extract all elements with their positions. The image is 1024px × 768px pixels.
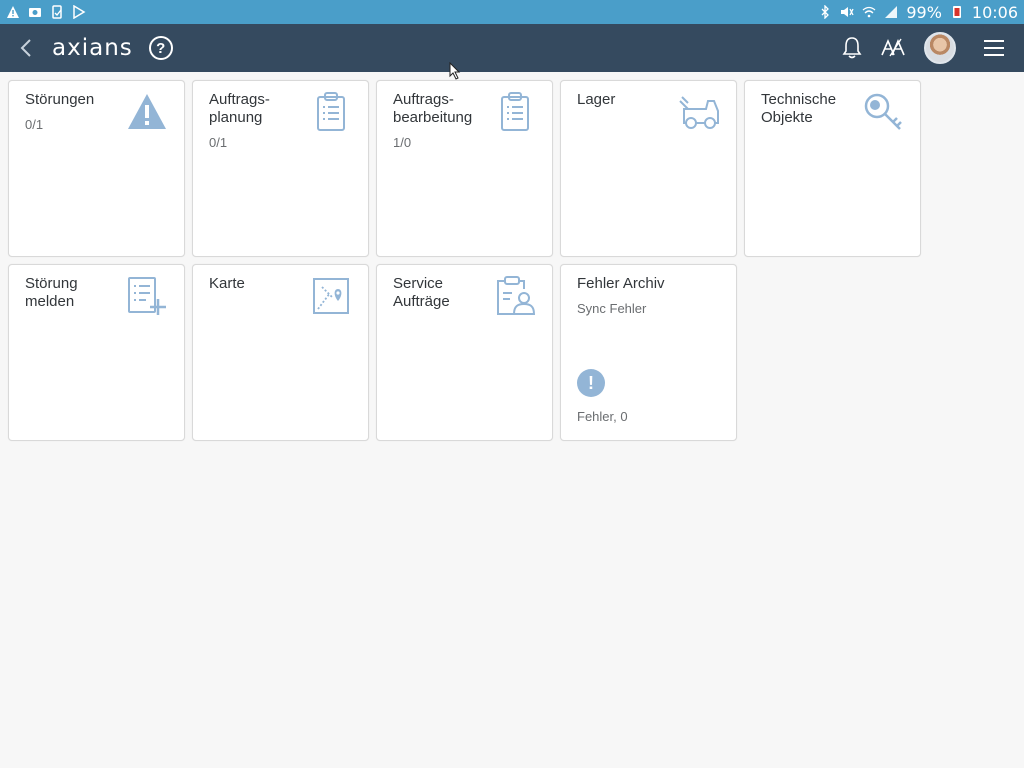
clipboard-icon: [494, 91, 536, 133]
tile-auftragsplanung[interactable]: Auftrags- planung 0/1: [192, 80, 369, 257]
tile-title: Lager: [577, 91, 616, 108]
mute-icon: [840, 5, 854, 19]
clipboard-person-icon: [494, 275, 536, 317]
key-search-icon: [862, 91, 904, 133]
tile-technische-objekte[interactable]: Technische Objekte: [744, 80, 921, 257]
tile-auftragsbearbeitung[interactable]: Auftrags- bearbeitung 1/0: [376, 80, 553, 257]
mouse-cursor-icon: [449, 62, 461, 80]
tile-footer: Fehler, 0: [577, 409, 628, 424]
list-add-icon: [126, 275, 168, 317]
tile-title: Technische Objekte: [761, 91, 837, 126]
app-header: axians ?: [0, 24, 1024, 72]
help-button[interactable]: ?: [148, 36, 173, 60]
tile-count: 1/0: [393, 135, 412, 150]
tile-title: Störungen: [25, 91, 95, 108]
battery-level: 99%: [906, 2, 942, 22]
chevron-left-icon: [20, 39, 31, 57]
tile-title: Service Aufträge: [393, 275, 450, 310]
text-size-icon: [881, 38, 905, 57]
tile-title: Störung melden: [25, 275, 78, 310]
battery-icon: [950, 5, 964, 19]
tile-subtitle: Sync Fehler: [577, 301, 647, 316]
notifications-button[interactable]: [834, 24, 870, 72]
back-button[interactable]: [14, 24, 38, 72]
play-store-icon: [72, 5, 86, 19]
tile-title: Auftrags- planung: [209, 91, 270, 126]
forklift-icon: [678, 91, 720, 133]
tile-count: 0/1: [209, 135, 228, 150]
text-size-button[interactable]: [876, 24, 912, 72]
user-avatar[interactable]: [924, 32, 956, 64]
tile-title: Auftrags- bearbeitung: [393, 91, 473, 126]
camera-icon: [28, 5, 42, 19]
warning-icon: [126, 91, 168, 133]
axians-logo: axians: [52, 35, 133, 61]
tile-title: Karte: [209, 275, 245, 292]
tile-service-auftraege[interactable]: Service Aufträge: [376, 264, 553, 441]
bell-icon: [842, 37, 862, 59]
exclamation-icon: !: [577, 369, 605, 397]
menu-button[interactable]: [976, 24, 1012, 72]
hamburger-menu-icon: [984, 40, 1004, 56]
tile-karte[interactable]: Karte: [192, 264, 369, 441]
status-bar: 99% 10:06: [0, 0, 1024, 24]
wifi-icon: [862, 5, 876, 19]
tile-lager[interactable]: Lager: [560, 80, 737, 257]
tile-title: Fehler Archiv: [577, 275, 665, 292]
phone-check-icon: [50, 5, 64, 19]
bluetooth-icon: [818, 5, 832, 19]
tile-stoerungen[interactable]: Störungen 0/1: [8, 80, 185, 257]
clipboard-icon: [310, 91, 352, 133]
map-icon: [310, 275, 352, 317]
tile-stoerung-melden[interactable]: Störung melden: [8, 264, 185, 441]
signal-icon: [884, 5, 898, 19]
clock: 10:06: [971, 2, 1018, 22]
warning-icon: [6, 5, 20, 19]
tile-fehler-archiv[interactable]: Fehler Archiv Sync Fehler ! Fehler, 0: [560, 264, 737, 441]
